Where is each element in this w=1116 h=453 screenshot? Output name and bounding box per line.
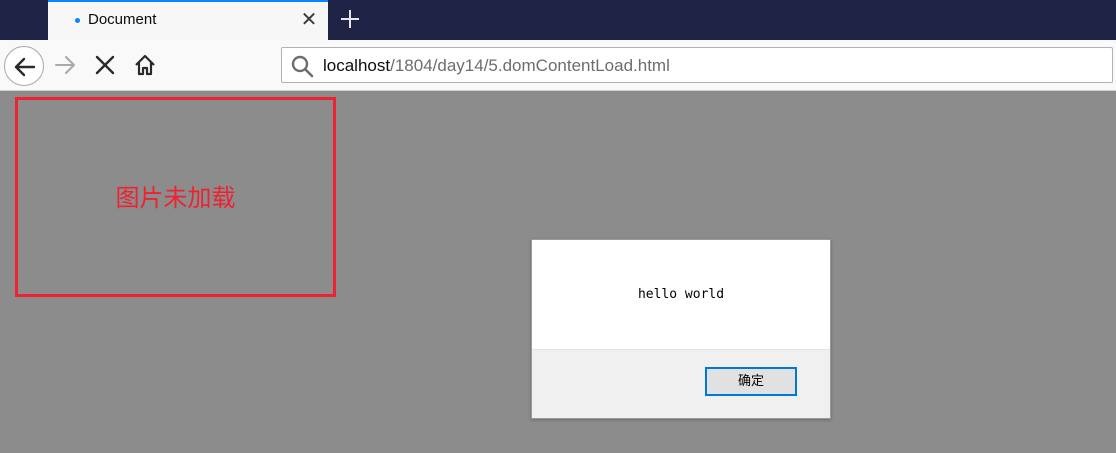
- image-placeholder-text: 图片未加载: [115, 184, 236, 212]
- forward-button[interactable]: [52, 52, 78, 78]
- url-path: /1804/day14/5.domContentLoad.html: [390, 56, 670, 75]
- alert-dialog: hello world 确定: [531, 239, 831, 419]
- stop-button[interactable]: [92, 52, 118, 78]
- url-text[interactable]: localhost/1804/day14/5.domContentLoad.ht…: [323, 56, 670, 76]
- navigation-toolbar: localhost/1804/day14/5.domContentLoad.ht…: [0, 40, 1116, 91]
- ok-button[interactable]: 确定: [705, 367, 797, 396]
- url-host: localhost: [323, 56, 391, 75]
- home-button[interactable]: [132, 52, 158, 78]
- tab-title: Document: [88, 11, 157, 28]
- alert-dialog-body: hello world: [532, 240, 830, 350]
- back-button[interactable]: [4, 46, 44, 86]
- plus-icon[interactable]: [336, 5, 364, 33]
- tab-strip: Document ✕: [0, 0, 1116, 40]
- search-icon: [290, 54, 314, 78]
- image-placeholder: 图片未加载: [15, 97, 336, 297]
- close-icon[interactable]: ✕: [298, 9, 320, 31]
- tab-document[interactable]: Document ✕: [48, 0, 328, 40]
- url-bar[interactable]: localhost/1804/day14/5.domContentLoad.ht…: [281, 47, 1113, 83]
- tab-loading-indicator: [75, 18, 80, 23]
- alert-message: hello world: [637, 287, 725, 302]
